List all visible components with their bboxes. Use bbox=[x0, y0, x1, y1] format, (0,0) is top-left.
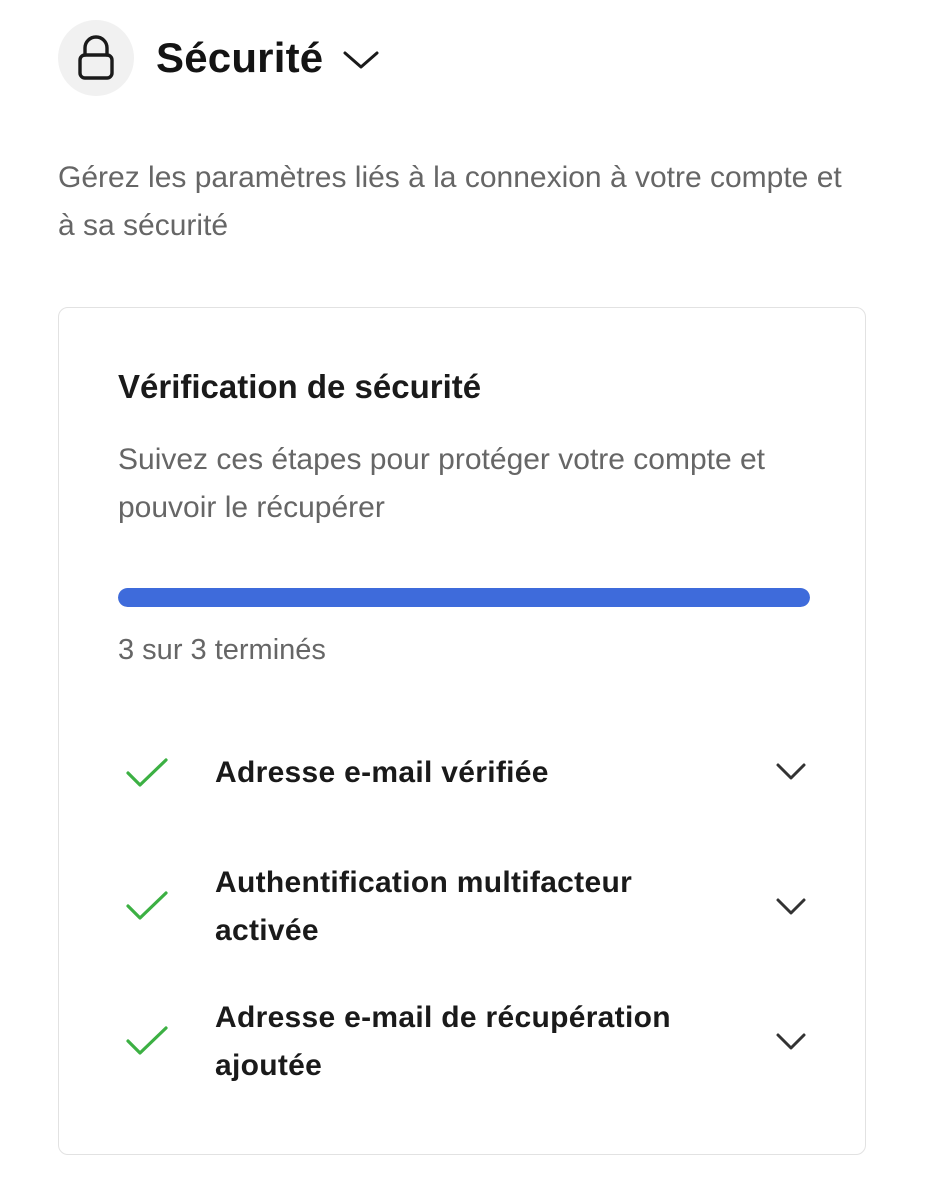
checklist-item-label: Authentification multifacteur activée bbox=[215, 866, 633, 947]
checklist-item-label: Adresse e-mail vérifiée bbox=[215, 756, 549, 789]
section-description: Gérez les paramètres liés à la connexion… bbox=[58, 161, 842, 242]
checklist-item-mfa-enabled[interactable]: Authentification multifacteur activée bbox=[59, 859, 865, 955]
checkmark-icon bbox=[125, 889, 169, 928]
page-title: Sécurité bbox=[156, 34, 324, 81]
checklist-item-label: Adresse e-mail de récupération ajoutée bbox=[215, 1001, 671, 1082]
progress-label: 3 sur 3 terminés bbox=[118, 634, 326, 666]
security-checkup-card: Vérification de sécurité Suivez ces étap… bbox=[58, 307, 866, 1155]
section-header-securite[interactable]: Sécurité bbox=[58, 20, 381, 96]
checkmark-icon bbox=[125, 1024, 169, 1063]
lock-icon bbox=[58, 20, 134, 96]
progress-bar bbox=[118, 588, 810, 607]
chevron-down-icon[interactable] bbox=[341, 48, 381, 72]
chevron-down-icon[interactable] bbox=[775, 761, 807, 788]
checkmark-icon bbox=[125, 756, 169, 795]
chevron-down-icon[interactable] bbox=[775, 1031, 807, 1058]
checklist-item-recovery-email-added[interactable]: Adresse e-mail de récupération ajoutée bbox=[59, 994, 865, 1090]
chevron-down-icon[interactable] bbox=[775, 896, 807, 923]
progress-bar-fill bbox=[118, 588, 810, 607]
checklist-item-email-verified[interactable]: Adresse e-mail vérifiée bbox=[59, 748, 865, 798]
card-description: Suivez ces étapes pour protéger votre co… bbox=[118, 443, 766, 524]
card-title: Vérification de sécurité bbox=[118, 368, 482, 405]
